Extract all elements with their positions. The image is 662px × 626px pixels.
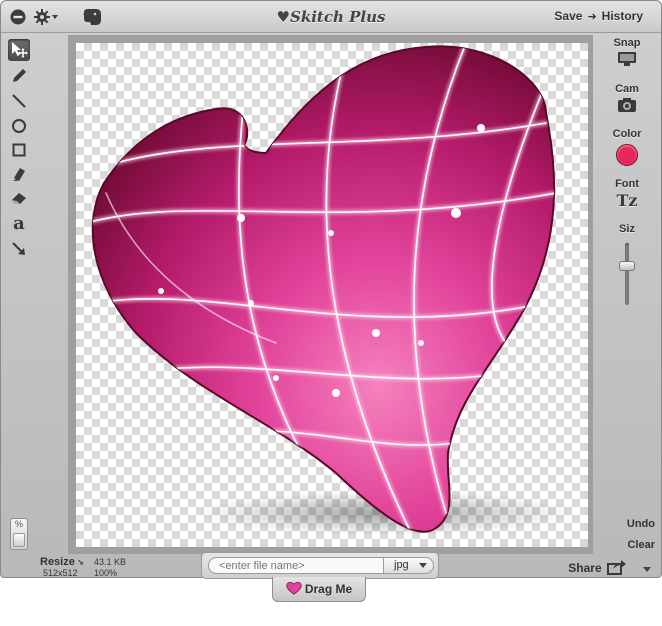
text-tool[interactable]: a xyxy=(8,212,30,234)
zoom-slider-thumb[interactable] xyxy=(13,533,25,547)
zoom-level: 100% xyxy=(94,568,118,578)
resize-button[interactable]: Resize ↘ xyxy=(40,556,84,568)
right-panel: Snap Cam Color Font Tz Siz xyxy=(593,35,661,555)
history-button[interactable]: History xyxy=(602,9,643,23)
arrow-move-icon xyxy=(12,42,28,58)
status-bar: Resize ↘ 512x512 43.1 KB 100% jpg Share xyxy=(1,552,661,579)
font-button[interactable]: Font Tz xyxy=(593,178,661,210)
file-name-box: jpg xyxy=(201,552,439,579)
format-value: jpg xyxy=(394,559,409,571)
monitor-icon xyxy=(618,52,636,66)
arrow-tool[interactable] xyxy=(8,238,30,260)
image-dimensions: 512x512 xyxy=(43,568,78,578)
heart-image xyxy=(91,45,576,535)
cam-button[interactable]: Cam xyxy=(593,83,661,113)
file-info: 43.1 KB 100% xyxy=(94,557,126,579)
rectangle-tool[interactable] xyxy=(8,139,30,161)
image-canvas[interactable] xyxy=(76,43,588,547)
share-label: Share xyxy=(568,561,602,575)
snap-label: Snap xyxy=(613,37,641,49)
undo-button[interactable]: Undo xyxy=(627,518,655,530)
cam-label: Cam xyxy=(615,83,639,95)
left-toolbar: a xyxy=(1,35,37,555)
title-bar: ♥Skitch Plus Save ➜ History xyxy=(1,1,661,33)
zoom-slider-label: % xyxy=(14,519,23,529)
circle-icon xyxy=(12,119,26,133)
chevron-down-icon xyxy=(419,563,427,568)
drag-me-tab[interactable]: Drag Me xyxy=(272,577,366,602)
pencil-icon xyxy=(13,69,26,82)
font-label: Font xyxy=(615,178,639,190)
share-button[interactable]: Share xyxy=(568,559,627,575)
color-swatch[interactable] xyxy=(616,144,638,166)
eraser-icon xyxy=(12,193,26,204)
drag-me-label: Drag Me xyxy=(304,582,353,596)
square-icon xyxy=(12,143,26,157)
color-button[interactable]: Color xyxy=(593,128,661,166)
skitch-window: ♥Skitch Plus Save ➜ History a % Snap Cam… xyxy=(0,0,662,579)
letter-a-icon: a xyxy=(13,212,25,234)
camera-icon xyxy=(618,98,636,112)
arrow-right-icon: ➜ xyxy=(587,11,597,23)
font-icon: Tz xyxy=(616,191,638,210)
color-label: Color xyxy=(612,128,642,140)
heart-icon xyxy=(286,581,302,595)
save-history-group: Save ➜ History xyxy=(554,9,643,23)
eraser-tool[interactable] xyxy=(8,187,30,209)
size-slider-thumb[interactable] xyxy=(619,261,635,271)
highlighter-icon xyxy=(13,168,25,181)
share-menu-chevron-icon[interactable] xyxy=(643,567,651,572)
file-size: 43.1 KB xyxy=(94,557,127,567)
zoom-slider[interactable]: % xyxy=(10,518,28,550)
filename-input[interactable] xyxy=(208,557,384,574)
highlighter-tool[interactable] xyxy=(8,163,30,185)
line-icon xyxy=(12,94,26,108)
resize-label: Resize xyxy=(40,556,75,568)
pencil-tool[interactable] xyxy=(8,65,30,87)
arrow-icon xyxy=(12,242,25,255)
save-button[interactable]: Save xyxy=(554,9,582,23)
snap-button[interactable]: Snap xyxy=(593,37,661,67)
resize-arrow-icon: ↘ xyxy=(74,558,84,567)
format-select[interactable]: jpg xyxy=(384,557,434,574)
ellipse-tool[interactable] xyxy=(8,115,30,137)
select-move-tool[interactable] xyxy=(8,39,30,61)
size-label: Siz xyxy=(619,223,635,235)
size-slider-track[interactable] xyxy=(625,243,629,305)
share-icon xyxy=(607,560,626,575)
canvas-frame xyxy=(68,35,593,554)
line-tool[interactable] xyxy=(8,90,30,112)
clear-button[interactable]: Clear xyxy=(627,539,655,551)
